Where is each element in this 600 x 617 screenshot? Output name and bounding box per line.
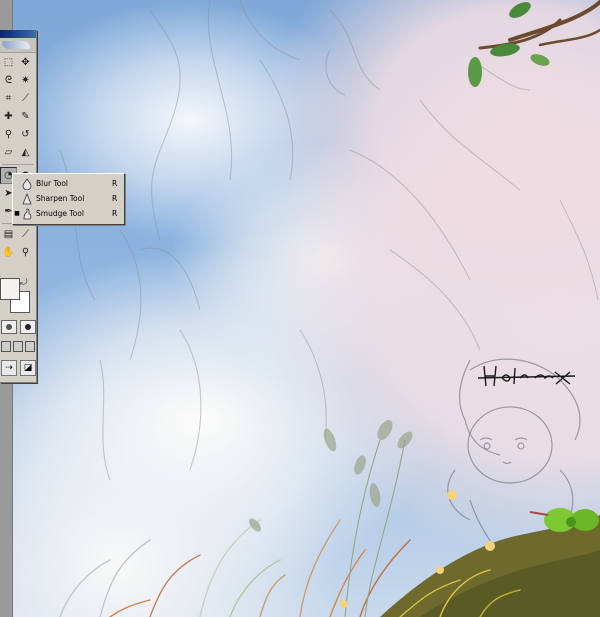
feather-logo-icon: [2, 41, 30, 49]
tool-row: ᘓ ✷: [0, 72, 36, 90]
marquee-tool-icon[interactable]: ⬚: [0, 54, 17, 71]
flyout-item-smudge-tool[interactable]: ■ Smudge Tool R: [13, 206, 124, 221]
flyout-selected-marker: ■: [14, 210, 20, 217]
tool-grid: ⬚✥ᘓ✷⌗⟋✚✎⚲↺▱◭◔●➤T✒▭▤⟋✋⚲: [0, 54, 36, 262]
slice-tool-icon[interactable]: ⟋: [17, 90, 34, 107]
history-brush-tool-icon[interactable]: ↺: [17, 126, 34, 143]
zoom-tool-icon[interactable]: ⚲: [17, 244, 34, 261]
toolbox-titlebar[interactable]: [0, 30, 36, 38]
eyedropper-tool-icon[interactable]: ⟋: [17, 226, 34, 243]
move-tool-icon[interactable]: ✥: [17, 54, 34, 71]
green-bow: [529, 508, 599, 532]
tool-row: ⚲ ↺: [0, 126, 36, 144]
notes-tool-icon[interactable]: ▤: [0, 226, 17, 243]
jump-to-imageready-button[interactable]: ⇢: [1, 360, 17, 376]
toolbox-logo[interactable]: [0, 38, 36, 53]
tool-row: ✚ ✎: [0, 108, 36, 126]
clone-stamp-tool-icon[interactable]: ⚲: [0, 126, 17, 143]
lasso-tool-icon[interactable]: ᘓ: [0, 72, 17, 89]
imageready-icon[interactable]: ◪: [20, 360, 36, 376]
magic-wand-tool-icon[interactable]: ✷: [17, 72, 34, 89]
sharpen-triangle-icon: [21, 192, 33, 205]
quick-mask-mode-button[interactable]: [20, 320, 36, 334]
toolbox-separator: [2, 164, 34, 165]
standard-screen-mode-button[interactable]: [1, 341, 11, 352]
healing-brush-tool-icon[interactable]: ✚: [0, 108, 17, 125]
tool-row: ⬚ ✥: [0, 54, 36, 72]
flyout-item-blur-tool[interactable]: Blur Tool R: [13, 176, 124, 191]
hand-tool-icon[interactable]: ✋: [0, 244, 17, 261]
brush-tool-icon[interactable]: ✎: [17, 108, 34, 125]
screen-mode-row: [0, 341, 37, 355]
crop-tool-icon[interactable]: ⌗: [0, 90, 17, 107]
flyout-item-sharpen-tool[interactable]: Sharpen Tool R: [13, 191, 124, 206]
artwork-illustration: [59, 0, 600, 617]
foreground-color-swatch[interactable]: [0, 278, 20, 300]
artwork-canvas[interactable]: [0, 0, 600, 617]
mask-mode-row: [0, 320, 37, 336]
tree-branch: [478, 0, 600, 50]
paint-bucket-tool-icon[interactable]: ◭: [17, 144, 34, 161]
jump-row: ⇢ ◪: [0, 360, 37, 376]
smudge-finger-icon: [21, 208, 33, 220]
eraser-tool-icon[interactable]: ▱: [0, 144, 17, 161]
standard-mode-button[interactable]: [1, 320, 17, 334]
tool-row: ⌗ ⟋: [0, 90, 36, 108]
swap-colors-icon[interactable]: ⤾: [20, 278, 28, 288]
blur-drop-icon: [21, 177, 33, 190]
full-screen-mode-button[interactable]: [25, 341, 35, 352]
tool-row: ▤ ⟋: [0, 226, 36, 244]
tool-row: ✋ ⚲: [0, 244, 36, 262]
tool-row: ▱ ◭: [0, 144, 36, 162]
blur-tool-flyout-menu: Blur Tool R Sharpen Tool R ■ Smudge Tool…: [12, 173, 125, 225]
full-screen-menu-mode-button[interactable]: [13, 341, 23, 352]
artist-signature: [477, 365, 576, 387]
